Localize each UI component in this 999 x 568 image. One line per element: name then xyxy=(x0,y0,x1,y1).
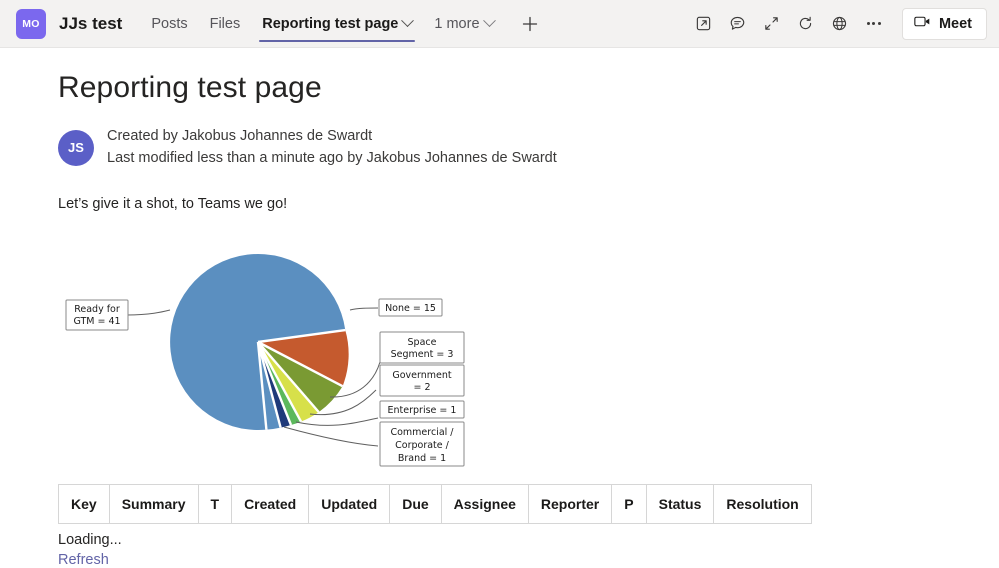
byline: JS Created by Jakobus Johannes de Swardt… xyxy=(58,126,999,170)
table-header-row: Key Summary T Created Updated Due Assign… xyxy=(58,483,812,524)
byline-text: Created by Jakobus Johannes de Swardt La… xyxy=(107,126,557,170)
tab-label: 1 more xyxy=(434,15,480,32)
column-header-assignee[interactable]: Assignee xyxy=(440,483,529,524)
callout-commercial-corporate-brand: Commercial / Corporate / Brand = 1 xyxy=(379,421,465,466)
last-modified-text: Last modified less than a minute ago by … xyxy=(107,149,557,166)
tab-label: Posts xyxy=(151,15,188,32)
callout-line-2: = 2 xyxy=(413,382,430,393)
chevron-down-icon[interactable] xyxy=(401,14,415,28)
leader-none xyxy=(349,307,379,310)
avatar: JS xyxy=(58,129,94,166)
tab-files[interactable]: Files xyxy=(199,0,252,48)
page-content: Reporting test page JS Created by Jakobu… xyxy=(0,48,999,568)
meet-button-label: Meet xyxy=(938,15,972,32)
team-name: JJs test xyxy=(59,13,123,33)
created-by-text: Created by Jakobus Johannes de Swardt xyxy=(107,128,373,144)
callout-none: None = 15 xyxy=(378,298,443,316)
column-header-p[interactable]: P xyxy=(611,483,647,524)
callout-label: Enterprise = 1 xyxy=(388,405,457,416)
tab-reporting-test-page[interactable]: Reporting test page xyxy=(251,0,423,48)
callout-line-1: Space xyxy=(408,337,437,348)
callout-ready-for-gtm: Ready for GTM = 41 xyxy=(65,299,129,330)
callout-line-1: Government xyxy=(392,370,452,381)
tab-posts[interactable]: Posts xyxy=(140,0,198,48)
leader-ready-for-gtm xyxy=(125,309,171,315)
page-title: Reporting test page xyxy=(58,71,322,104)
tab-label: Files xyxy=(209,15,241,32)
pie-chart: Ready for GTM = 41 None = 15 Space Segme… xyxy=(58,222,528,472)
expand-icon[interactable] xyxy=(756,8,788,40)
column-header-reporter[interactable]: Reporter xyxy=(527,483,613,524)
app-header: MO JJs test Posts Files Reporting test p… xyxy=(0,0,999,48)
column-header-resolution[interactable]: Resolution xyxy=(713,483,812,524)
camera-icon xyxy=(914,15,931,32)
column-header-due[interactable]: Due xyxy=(389,483,442,524)
callout-line-2: GTM = 41 xyxy=(73,316,120,327)
loading-status: Loading... xyxy=(58,531,122,548)
callout-line-2: Segment = 3 xyxy=(391,349,454,360)
header-actions: Meet xyxy=(688,7,987,40)
column-header-summary[interactable]: Summary xyxy=(108,483,199,524)
conversation-icon[interactable] xyxy=(722,8,754,40)
callout-space-segment: Space Segment = 3 xyxy=(379,331,465,363)
tabstrip: Posts Files Reporting test page 1 more xyxy=(140,0,546,48)
callout-label: None = 15 xyxy=(385,303,436,314)
column-header-t[interactable]: T xyxy=(197,483,233,524)
chevron-down-icon[interactable] xyxy=(482,14,496,28)
meet-button[interactable]: Meet xyxy=(901,7,987,40)
add-tab-button[interactable] xyxy=(513,7,547,41)
callout-line-1: Commercial / xyxy=(390,427,454,438)
intro-text: Let’s give it a shot, to Teams we go! xyxy=(58,195,288,212)
tab-1-more[interactable]: 1 more xyxy=(423,0,504,48)
callout-government: Government = 2 xyxy=(379,364,465,396)
column-header-key[interactable]: Key xyxy=(58,483,110,524)
more-options-icon[interactable] xyxy=(858,8,890,40)
team-avatar: MO xyxy=(16,8,46,39)
refresh-link[interactable]: Refresh xyxy=(58,552,109,568)
refresh-icon[interactable] xyxy=(790,8,822,40)
callout-enterprise: Enterprise = 1 xyxy=(379,400,465,418)
column-header-status[interactable]: Status xyxy=(645,483,715,524)
globe-icon[interactable] xyxy=(824,8,856,40)
leader-enterprise xyxy=(295,417,379,426)
callout-line-2: Corporate / xyxy=(395,440,450,451)
leader-commercial xyxy=(283,426,379,446)
column-header-created[interactable]: Created xyxy=(231,483,310,524)
callout-line-3: Brand = 1 xyxy=(398,453,446,464)
tab-label: Reporting test page xyxy=(262,15,399,32)
column-header-updated[interactable]: Updated xyxy=(308,483,391,524)
callout-line-1: Ready for xyxy=(74,304,120,315)
open-in-new-window-icon[interactable] xyxy=(688,8,720,40)
issues-table: Key Summary T Created Updated Due Assign… xyxy=(58,483,812,524)
